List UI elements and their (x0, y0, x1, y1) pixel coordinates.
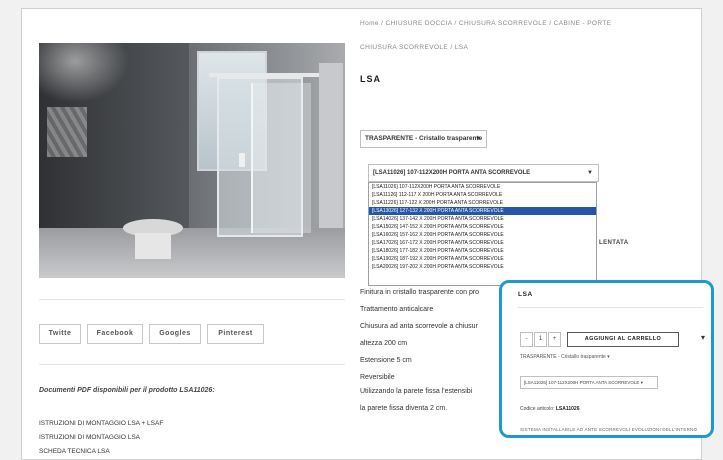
dropdown-option[interactable]: [LSA18026] 177-182 X 200H PORTA ANTA SCO… (369, 247, 596, 255)
caret-down-icon: ▼ (587, 170, 593, 176)
install-note: SISTEMA INSTALLABILE AD ANTE SCORREVOLI … (520, 427, 698, 432)
photo-door-handle (239, 153, 245, 167)
qty-minus-button[interactable]: - (520, 332, 533, 347)
document-link[interactable]: ISTRUZIONI DI MONTAGGIO LSA (39, 434, 140, 441)
divider (39, 364, 345, 365)
dropdown-option[interactable]: [LSA20026] 197-202 X 200H PORTA ANTA SCO… (369, 263, 596, 271)
photo-stool (135, 233, 171, 259)
twitter-share-button[interactable]: Twitte (39, 324, 81, 344)
description-line: la parete fissa diventa 2 cm. (360, 405, 448, 412)
size-select-dropdown[interactable]: [LSA11026] 107-112X200H PORTA ANTA SCORR… (368, 182, 597, 286)
description-line: Finitura in cristallo trasparente con pr… (360, 289, 480, 296)
zoom-product-title: LSA (518, 291, 533, 298)
dropdown-option[interactable]: [LSA15026] 147-152 X 200H PORTA ANTA SCO… (369, 223, 596, 231)
pdf-documents-note: Documenti PDF disponibili per il prodott… (39, 387, 215, 394)
product-code: Codice articolo: LSA11026 (520, 406, 580, 412)
dropdown-option[interactable]: [LSA11226] 117-122 X 200H PORTA ANTA SCO… (369, 199, 596, 207)
photo-glass-door (251, 83, 311, 233)
size-select[interactable]: [LSA11026] 107-112X200H PORTA ANTA SCORR… (368, 164, 599, 182)
dropdown-option-selected[interactable]: [LSA13026] 127-132 X 200H PORTA ANTA SCO… (369, 207, 596, 215)
size-select-value: [LSA11026] 107-112X200H PORTA ANTA SCORR… (373, 170, 531, 176)
description-line: Estensione 5 cm (360, 357, 412, 364)
divider (39, 299, 345, 300)
product-title: LSA (360, 74, 381, 84)
google-share-button[interactable]: Googles (149, 324, 201, 344)
photo-light (39, 43, 129, 103)
divider (518, 307, 703, 308)
dropdown-option[interactable]: [LSA16026] 157-162 X 200H PORTA ANTA SCO… (369, 231, 596, 239)
chevron-down-icon[interactable]: ▾ (701, 333, 705, 342)
finish-select[interactable]: TRASPARENTE - Cristallo trasparente ▼ (360, 130, 487, 148)
photo-wall-decor (47, 107, 87, 157)
obscured-label: LENTATA (599, 240, 629, 246)
document-link[interactable]: ISTRUZIONI DI MONTAGGIO LSA + LSAF (39, 420, 163, 427)
qty-input[interactable]: 1 (534, 332, 547, 347)
description-line: altezza 200 cm (360, 340, 408, 347)
dropdown-option[interactable]: [LSA14026] 137-142 X 200H PORTA ANTA SCO… (369, 215, 596, 223)
breadcrumb[interactable]: CHIUSURA SCORREVOLE / LSA (360, 44, 468, 51)
description-line: Reversibile (360, 374, 395, 381)
dropdown-option[interactable]: [LSA11126] 112-117 X 200H PORTA ANTA SCO… (369, 191, 596, 199)
zoom-finish-select[interactable]: TRASPARENTE - Cristallo trasparente ▾ (520, 354, 610, 360)
add-to-cart-button[interactable]: AGGIUNGI AL CARRELLO (567, 332, 679, 347)
product-code-value: LSA11026 (555, 406, 580, 412)
finish-select-value: TRASPARENTE - Cristallo trasparente (365, 135, 483, 142)
dropdown-option[interactable]: [LSA11026] 107-112X200H PORTA ANTA SCORR… (369, 183, 596, 191)
description-line: Trattamento anticalcare (360, 306, 434, 313)
description-line: Utilizzando la parete fissa l'estensibi (360, 388, 473, 395)
share-buttons: Twitte Facebook Googles Pinterest (39, 324, 345, 344)
qty-plus-button[interactable]: + (548, 332, 561, 347)
description-line: Chiusura ad anta scorrevole a chiusur (360, 323, 478, 330)
facebook-share-button[interactable]: Facebook (87, 324, 143, 344)
product-photo[interactable] (39, 43, 345, 278)
dropdown-option[interactable]: [LSA17026] 167-172 X 200H PORTA ANTA SCO… (369, 239, 596, 247)
zoom-callout: LSA - 1 + AGGIUNGI AL CARRELLO ▾ TRASPAR… (499, 280, 714, 438)
photo-panel (319, 63, 343, 233)
product-code-label: Codice articolo: (520, 406, 555, 412)
caret-down-icon: ▼ (475, 136, 481, 142)
pinterest-share-button[interactable]: Pinterest (207, 324, 264, 344)
breadcrumb[interactable]: Home / CHIUSURE DOCCIA / CHIUSURA SCORRE… (360, 20, 611, 27)
zoom-size-select[interactable]: [LSA11026] 107-112X200H PORTA ANTA SCORR… (520, 376, 658, 389)
document-link[interactable]: SCHEDA TECNICA LSA (39, 448, 110, 455)
dropdown-option[interactable]: [LSA19026] 187-192 X 200H PORTA ANTA SCO… (369, 255, 596, 263)
